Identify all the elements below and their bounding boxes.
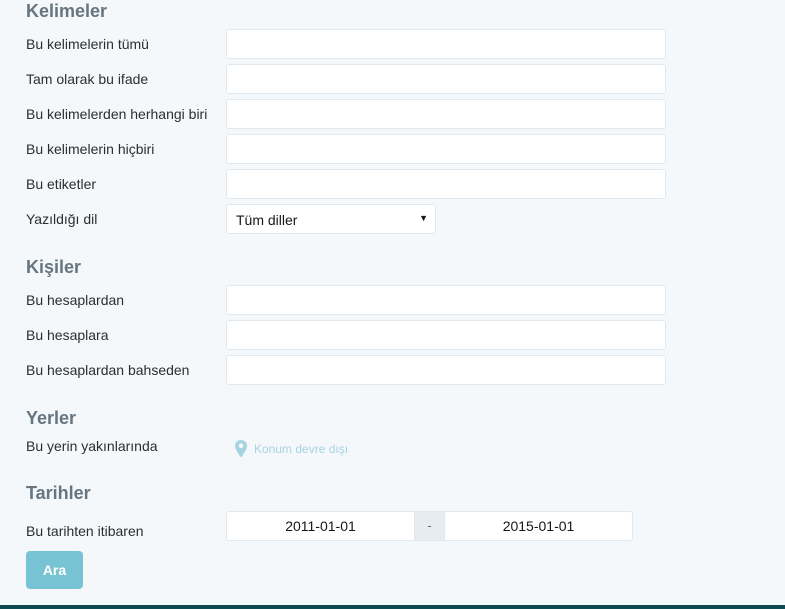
section-title-dates: Tarihler <box>26 483 91 503</box>
from-accounts-input[interactable] <box>226 285 666 315</box>
from-accounts-label: Bu hesaplardan <box>26 292 125 308</box>
hashtags-label: Bu etiketler <box>26 176 97 192</box>
footer-bar <box>0 605 785 609</box>
hashtags-input[interactable] <box>226 169 666 199</box>
exact-phrase-label: Tam olarak bu ifade <box>26 71 149 87</box>
date-range-separator: - <box>415 511 444 541</box>
location-toggle[interactable]: Konum devre dışı <box>234 438 348 460</box>
any-words-input[interactable] <box>226 99 666 129</box>
to-date-input[interactable]: 2015-01-01 <box>444 511 633 541</box>
from-date-input[interactable]: 2011-01-01 <box>226 511 415 541</box>
mentioning-accounts-input[interactable] <box>226 355 666 385</box>
mentioning-accounts-label: Bu hesaplardan bahseden <box>26 362 190 378</box>
none-words-label: Bu kelimelerin hiçbiri <box>26 141 155 157</box>
all-words-label: Bu kelimelerin tümü <box>26 36 149 52</box>
all-words-input[interactable] <box>226 29 666 59</box>
any-words-label: Bu kelimelerden herhangi biri <box>26 106 208 122</box>
language-label: Yazıldığı dil <box>26 211 98 227</box>
map-pin-icon <box>235 440 247 458</box>
to-accounts-label: Bu hesaplara <box>26 327 109 343</box>
caret-down-icon: ▼ <box>419 213 428 223</box>
location-disabled-text: Konum devre dışı <box>254 442 349 456</box>
search-button[interactable]: Ara <box>26 551 83 589</box>
near-place-label: Bu yerin yakınlarında <box>26 438 158 454</box>
language-select[interactable]: Tüm diller ▼ <box>226 204 436 234</box>
exact-phrase-input[interactable] <box>226 64 666 94</box>
section-title-words: Kelimeler <box>26 1 108 21</box>
since-date-label: Bu tarihten itibaren <box>26 523 144 539</box>
to-accounts-input[interactable] <box>226 320 666 350</box>
none-words-input[interactable] <box>226 134 666 164</box>
language-selected-value: Tüm diller <box>236 212 298 228</box>
section-title-people: Kişiler <box>26 257 82 277</box>
section-title-places: Yerler <box>26 408 77 428</box>
